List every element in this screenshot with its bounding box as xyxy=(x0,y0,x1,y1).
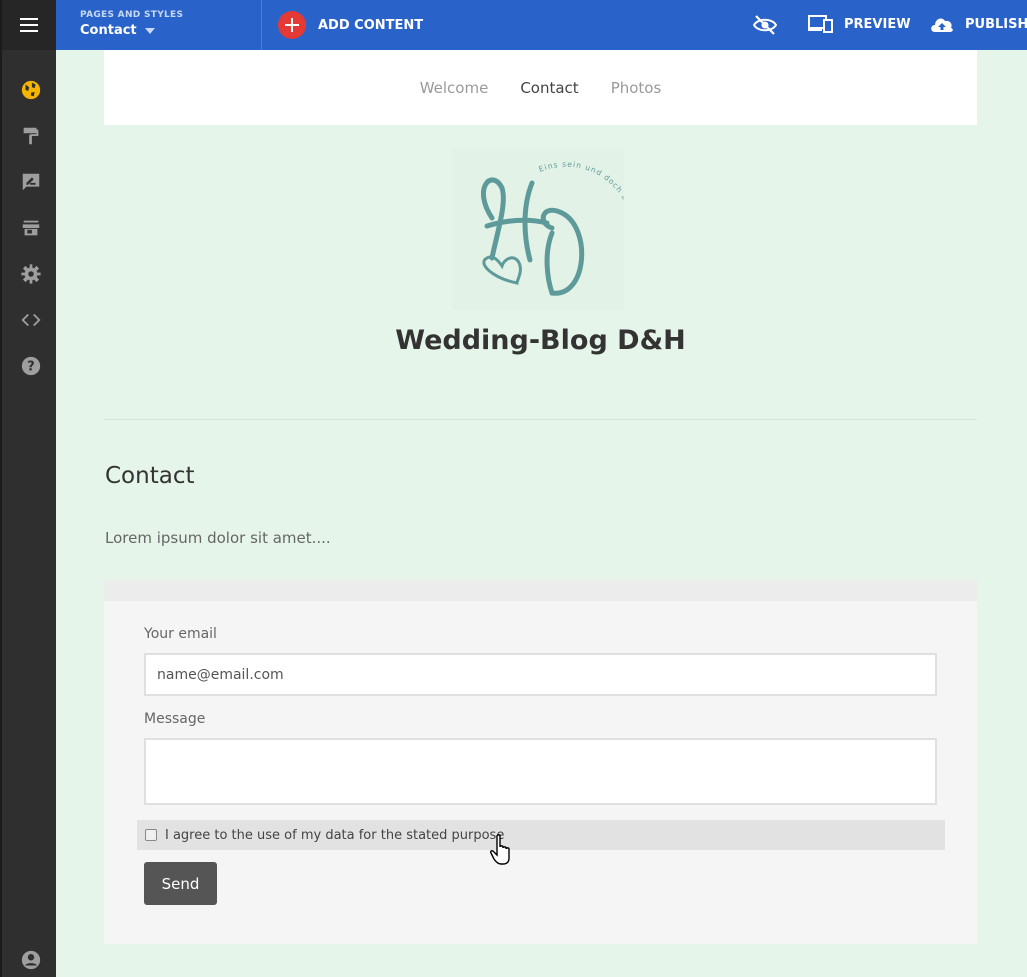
nav-item-welcome[interactable]: Welcome xyxy=(420,79,489,97)
form-header-strip xyxy=(104,580,977,601)
message-label: Message xyxy=(144,711,206,727)
site-navigation: Welcome Contact Photos xyxy=(104,50,977,125)
site-title: Wedding-Blog D&H xyxy=(395,325,686,356)
top-toolbar: PAGES AND STYLES Contact ADD CONTENT PRE… xyxy=(56,0,1027,50)
publish-label: PUBLISH xyxy=(965,16,1027,32)
hide-button[interactable] xyxy=(752,14,778,40)
contact-form: Your email Message I agree to the use of… xyxy=(104,601,977,944)
consent-checkbox-row[interactable]: I agree to the use of my data for the st… xyxy=(137,820,945,850)
cloud-upload-icon xyxy=(931,18,953,32)
help-icon[interactable]: ? xyxy=(19,354,43,378)
consent-label: I agree to the use of my data for the st… xyxy=(165,827,505,843)
message-field[interactable] xyxy=(144,738,937,805)
gear-icon[interactable] xyxy=(19,262,43,286)
page-title: Contact xyxy=(105,463,195,489)
sidebar: ? xyxy=(0,0,58,977)
nav-item-photos[interactable]: Photos xyxy=(611,79,662,97)
email-label: Your email xyxy=(144,626,217,642)
publish-button[interactable]: PUBLISH xyxy=(929,14,1027,34)
intro-text: Lorem ipsum dolor sit amet.... xyxy=(105,529,331,547)
account-icon[interactable] xyxy=(19,948,43,972)
code-icon[interactable] xyxy=(19,308,43,332)
menu-icon xyxy=(20,18,38,32)
add-content-label: ADD CONTENT xyxy=(318,17,424,33)
store-icon[interactable] xyxy=(19,216,43,240)
eye-off-icon xyxy=(752,15,778,35)
divider xyxy=(104,419,977,420)
preview-label: PREVIEW xyxy=(844,16,911,32)
paint-roller-icon[interactable] xyxy=(19,124,43,148)
svg-text:?: ? xyxy=(27,360,34,375)
edit-icon[interactable] xyxy=(19,170,43,194)
consent-checkbox[interactable] xyxy=(145,829,157,841)
hand-cursor-icon xyxy=(490,834,514,870)
email-field[interactable] xyxy=(144,653,937,696)
menu-button[interactable] xyxy=(2,0,58,50)
current-page-label: Contact xyxy=(80,23,137,38)
send-button[interactable]: Send xyxy=(144,862,217,905)
pages-caption: PAGES AND STYLES xyxy=(80,10,184,20)
globe-icon[interactable] xyxy=(19,78,43,102)
caret-down-icon xyxy=(144,27,155,34)
site-logo: Eins sein und doch zwei bleiben xyxy=(452,148,638,310)
nav-item-contact[interactable]: Contact xyxy=(520,79,578,97)
page-selector[interactable]: PAGES AND STYLES Contact xyxy=(80,10,183,38)
toolbar-divider xyxy=(261,0,262,50)
preview-button[interactable]: PREVIEW xyxy=(808,14,911,34)
add-content-button[interactable]: ADD CONTENT xyxy=(278,11,423,39)
devices-icon xyxy=(808,15,833,33)
plus-icon xyxy=(278,11,306,39)
